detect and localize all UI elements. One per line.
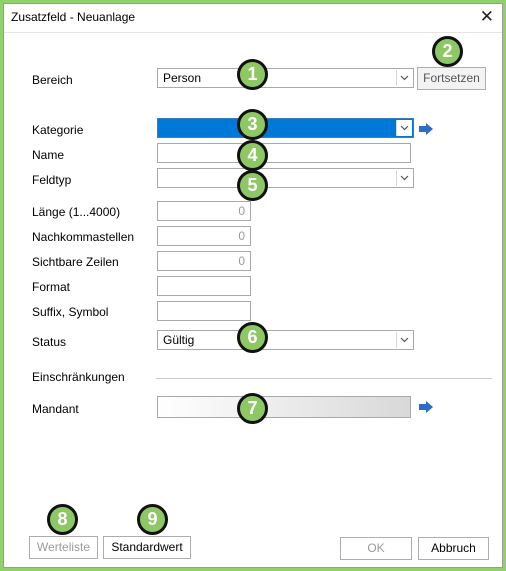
chevron-down-icon[interactable]: [396, 70, 412, 86]
close-icon[interactable]: ✕: [480, 7, 494, 27]
callout-badge: 2: [432, 36, 463, 67]
section-divider: [156, 378, 492, 379]
callout-badge: 1: [237, 59, 268, 90]
mandant-field[interactable]: [157, 396, 411, 418]
bereich-label: Bereich: [32, 73, 73, 87]
link-arrow-icon[interactable]: [418, 123, 434, 135]
feldtyp-select[interactable]: [157, 168, 414, 188]
chevron-down-icon[interactable]: [396, 170, 412, 186]
chevron-down-icon[interactable]: [396, 120, 412, 136]
standardwert-button[interactable]: Standardwert: [103, 536, 191, 559]
callout-badge: 9: [137, 504, 168, 535]
status-select[interactable]: Gültig: [157, 330, 414, 350]
status-value: Gültig: [163, 333, 195, 347]
bereich-select[interactable]: Person: [157, 68, 414, 88]
werteliste-button[interactable]: Werteliste: [29, 536, 98, 559]
status-label: Status: [32, 335, 67, 349]
laenge-label: Länge (1...4000): [32, 205, 121, 219]
suffix-input[interactable]: [157, 301, 251, 321]
callout-badge: 3: [237, 109, 268, 140]
feldtyp-label: Feldtyp: [32, 173, 72, 187]
nachkommastellen-label: Nachkommastellen: [32, 230, 135, 244]
chevron-down-icon[interactable]: [396, 332, 412, 348]
mandant-label: Mandant: [32, 402, 79, 416]
name-input[interactable]: [157, 143, 411, 163]
laenge-input[interactable]: 0: [157, 201, 251, 221]
callout-badge: 8: [47, 504, 78, 535]
kategorie-label: Kategorie: [32, 123, 84, 137]
callout-badge: 6: [237, 322, 268, 353]
callout-badge: 4: [237, 140, 268, 171]
bereich-value: Person: [163, 71, 202, 85]
window-title: Zusatzfeld - Neuanlage: [11, 10, 136, 24]
format-label: Format: [32, 280, 71, 294]
title-bar: Zusatzfeld - Neuanlage ✕: [4, 4, 502, 33]
link-arrow-icon[interactable]: [418, 401, 434, 413]
name-label: Name: [32, 148, 65, 162]
sichtbare-zeilen-input[interactable]: 0: [157, 251, 251, 271]
kategorie-select[interactable]: [157, 118, 414, 138]
nachkommastellen-input[interactable]: 0: [157, 226, 251, 246]
abbruch-button[interactable]: Abbruch: [418, 537, 489, 560]
callout-badge: 5: [237, 170, 268, 201]
callout-badge: 7: [237, 393, 268, 424]
einschraenkungen-heading: Einschränkungen: [32, 370, 125, 384]
fortsetzen-button[interactable]: Fortsetzen: [417, 67, 486, 90]
sichtbare-zeilen-label: Sichtbare Zeilen: [32, 255, 119, 269]
ok-button[interactable]: OK: [340, 537, 412, 560]
format-input[interactable]: [157, 276, 251, 296]
suffix-label: Suffix, Symbol: [32, 305, 109, 319]
